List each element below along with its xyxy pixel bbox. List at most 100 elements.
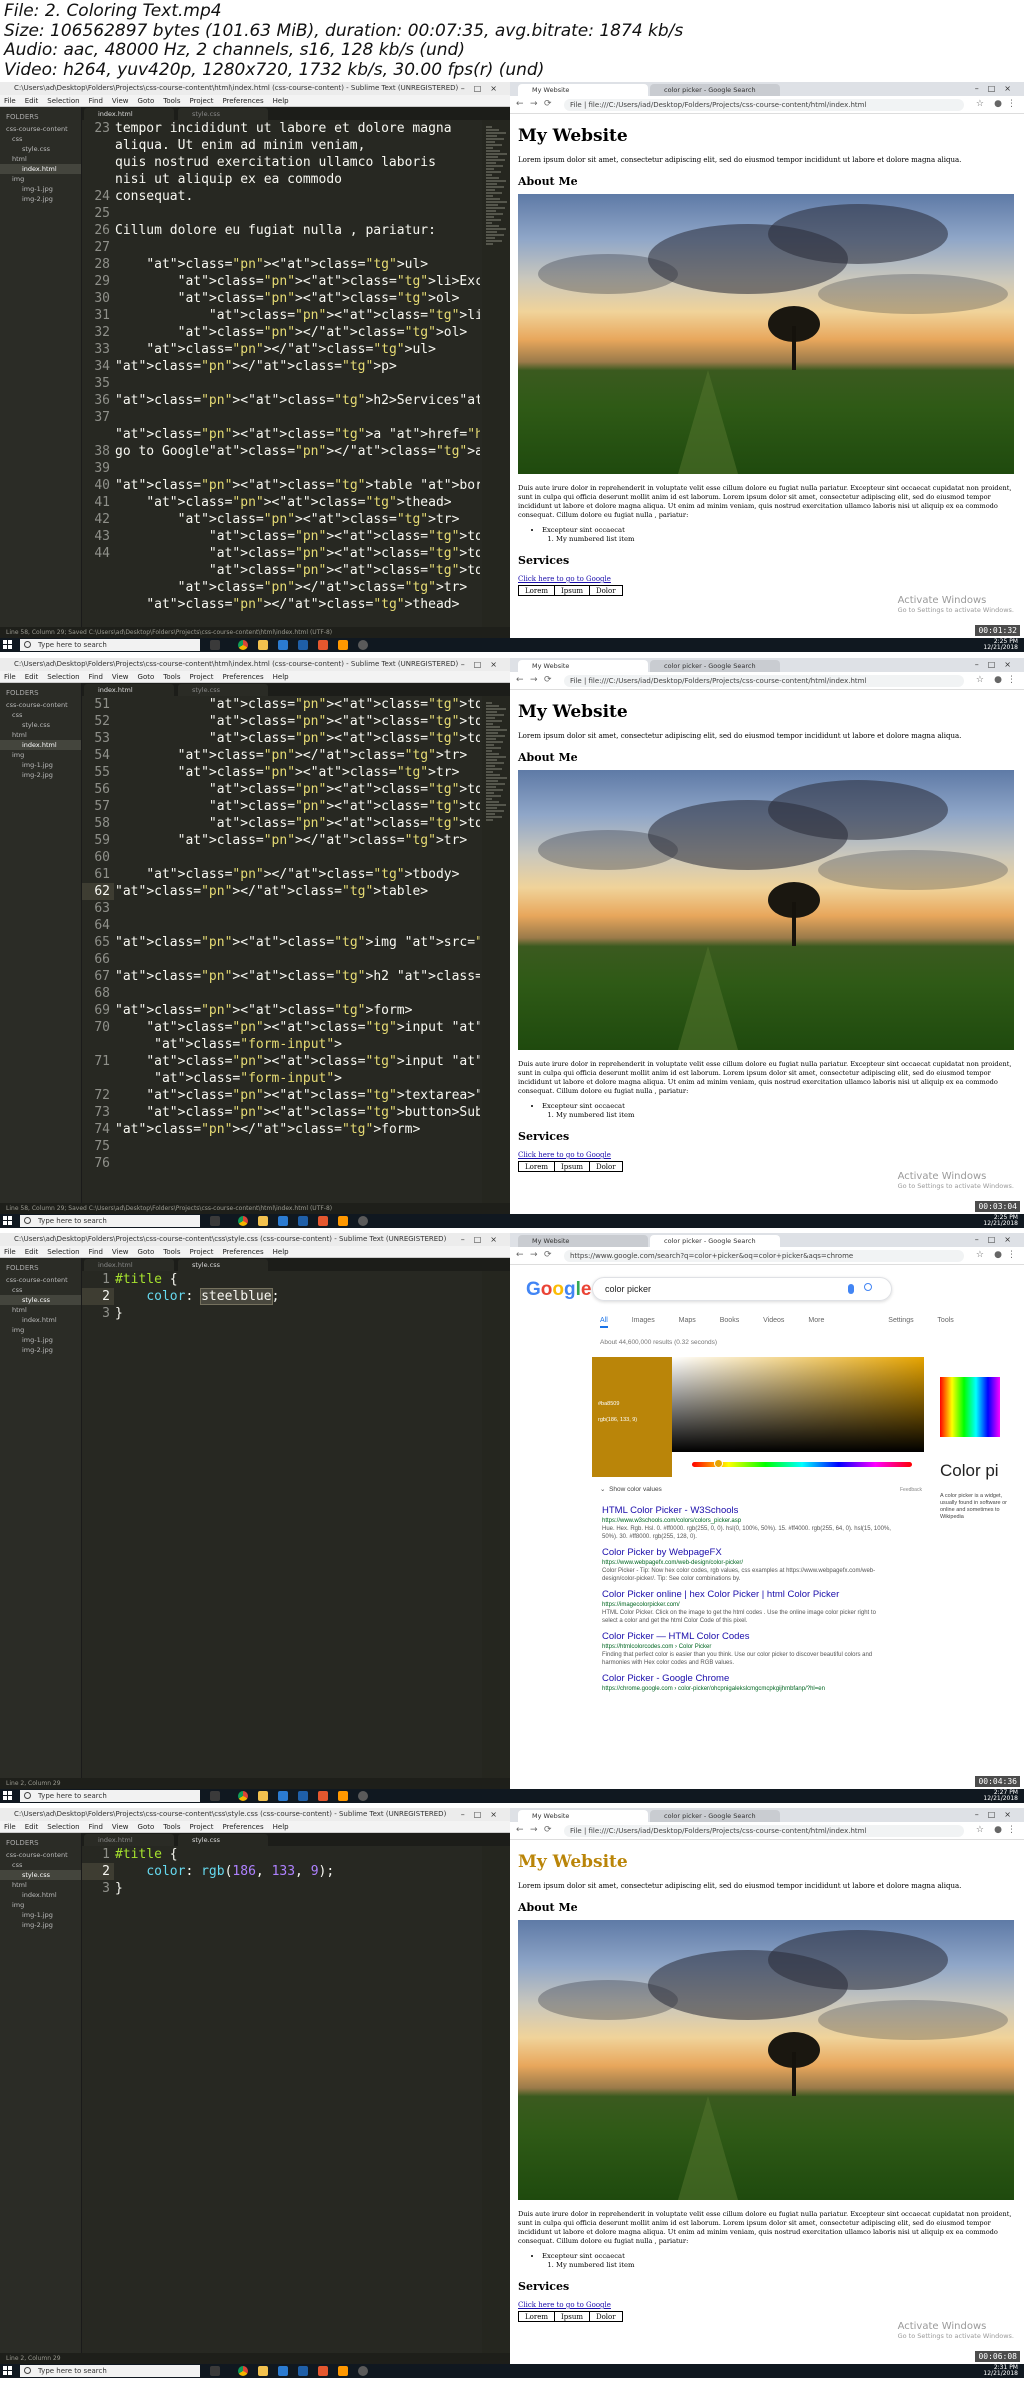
search-result[interactable]: Color Picker — HTML Color Codes https://h… — [602, 1631, 892, 1667]
account-icon[interactable]: ● — [994, 99, 1002, 109]
tab-videos[interactable]: Videos — [763, 1317, 784, 1324]
store-icon[interactable] — [278, 1791, 288, 1801]
chrome-icon[interactable] — [238, 2366, 248, 2376]
store-icon[interactable] — [278, 1216, 288, 1226]
settings-icon[interactable] — [358, 1791, 368, 1801]
file-tree-item[interactable]: style.css — [0, 720, 81, 730]
file-tree-item[interactable]: img — [0, 174, 81, 184]
sublime-icon[interactable] — [338, 640, 348, 650]
menu-item[interactable]: Selection — [47, 97, 79, 105]
file-tree-item[interactable]: img — [0, 1900, 81, 1910]
browser-tab-site[interactable]: My Website — [518, 1810, 648, 1822]
browser-window-controls[interactable]: –□× — [975, 1235, 1020, 1244]
tab-index[interactable]: index.html — [84, 108, 174, 120]
mail-icon[interactable] — [298, 640, 308, 650]
file-tree-item[interactable]: css-course-content — [0, 1850, 81, 1860]
file-tree-item[interactable]: img-2.jpg — [0, 1345, 81, 1355]
sublime-icon[interactable] — [338, 1791, 348, 1801]
menu-item[interactable]: Help — [273, 1248, 289, 1256]
menu-item[interactable]: Find — [89, 1248, 103, 1256]
folder-icon[interactable] — [258, 1216, 268, 1226]
mail-icon[interactable] — [298, 1216, 308, 1226]
google-logo[interactable]: Google — [526, 1279, 591, 1301]
folder-icon[interactable] — [258, 2366, 268, 2376]
window-controls[interactable]: –□× — [461, 1808, 506, 1821]
forward-icon[interactable]: → — [530, 1250, 538, 1260]
menu-item[interactable]: File — [4, 97, 16, 105]
browser-tab-site[interactable]: My Website — [518, 660, 648, 672]
mail-icon[interactable] — [298, 2366, 308, 2376]
microphone-icon[interactable] — [848, 1284, 854, 1294]
code-area[interactable]: "at">class="pn"><"at">class="tg">td>Sit"… — [115, 696, 480, 1203]
menu-item[interactable]: Tools — [163, 1248, 180, 1256]
file-tree-item[interactable]: img — [0, 750, 81, 760]
reload-icon[interactable]: ⟳ — [544, 1825, 552, 1835]
file-tree-item[interactable]: img-1.jpg — [0, 1910, 81, 1920]
browser-tab-google[interactable]: color picker - Google Search — [650, 1235, 780, 1247]
back-icon[interactable]: ← — [516, 99, 524, 109]
tab-books[interactable]: Books — [720, 1317, 739, 1324]
reload-icon[interactable]: ⟳ — [544, 675, 552, 685]
account-icon[interactable]: ● — [994, 1825, 1002, 1835]
menu-item[interactable]: Project — [190, 673, 214, 681]
sublime-icon[interactable] — [338, 1216, 348, 1226]
windows-start-icon[interactable] — [3, 1791, 13, 1801]
tab-index[interactable]: index.html — [84, 1259, 174, 1271]
file-tree-item[interactable]: index.html — [0, 164, 81, 174]
tab-index[interactable]: index.html — [84, 1834, 174, 1846]
search-result[interactable]: Color Picker - Google Chrome https://chro… — [602, 1673, 892, 1694]
search-icon[interactable] — [864, 1283, 872, 1291]
menu-item[interactable]: Tools — [163, 1823, 180, 1831]
menu-item[interactable]: Preferences — [222, 97, 263, 105]
task-view-icon[interactable] — [210, 2366, 220, 2376]
file-tree-item[interactable]: css — [0, 1860, 81, 1870]
menu-item[interactable]: Goto — [138, 673, 155, 681]
tab-images[interactable]: Images — [632, 1317, 655, 1324]
settings-icon[interactable] — [358, 2366, 368, 2376]
window-controls[interactable]: –□× — [461, 1233, 506, 1246]
browser-tab-google[interactable]: color picker - Google Search — [650, 1810, 780, 1822]
store-icon[interactable] — [278, 640, 288, 650]
hex-value[interactable]: #ba8509 — [598, 1401, 619, 1407]
menu-item[interactable]: Edit — [25, 97, 39, 105]
menu-item[interactable]: Selection — [47, 1823, 79, 1831]
file-tree-item[interactable]: img-2.jpg — [0, 194, 81, 204]
menu-item[interactable]: Help — [273, 673, 289, 681]
chrome-icon[interactable] — [238, 1216, 248, 1226]
browser-tab-google[interactable]: color picker - Google Search — [650, 84, 780, 96]
tab-more[interactable]: More — [808, 1317, 824, 1324]
forward-icon[interactable]: → — [530, 99, 538, 109]
tab-settings[interactable]: Settings — [888, 1317, 913, 1324]
menu-item[interactable]: Project — [190, 1823, 214, 1831]
file-tree-item[interactable]: html — [0, 1880, 81, 1890]
app-icon[interactable] — [318, 1216, 328, 1226]
search-result[interactable]: Color Picker by WebpageFX https://www.web… — [602, 1547, 892, 1583]
code-area[interactable]: #title { color: rgb(186, 133, 9);} — [115, 1846, 480, 2353]
file-tree-item[interactable]: css — [0, 710, 81, 720]
menu-icon[interactable]: ⋮ — [1007, 1825, 1016, 1835]
taskbar-search[interactable]: Type here to search — [20, 1790, 200, 1802]
file-tree-item[interactable]: img-2.jpg — [0, 770, 81, 780]
browser-tab-google[interactable]: color picker - Google Search — [650, 660, 780, 672]
menu-item[interactable]: Edit — [25, 1248, 39, 1256]
menu-item[interactable]: File — [4, 1823, 16, 1831]
window-controls[interactable]: –□× — [461, 658, 506, 671]
menu-item[interactable]: Goto — [138, 1823, 155, 1831]
sublime-icon[interactable] — [338, 2366, 348, 2376]
task-view-icon[interactable] — [210, 1791, 220, 1801]
file-tree-item[interactable]: img-2.jpg — [0, 1920, 81, 1930]
file-tree-item[interactable]: html — [0, 154, 81, 164]
menu-icon[interactable]: ⋮ — [1007, 99, 1016, 109]
settings-icon[interactable] — [358, 640, 368, 650]
app-icon[interactable] — [318, 2366, 328, 2376]
menu-item[interactable]: Selection — [47, 1248, 79, 1256]
file-tree-item[interactable]: img — [0, 1325, 81, 1335]
hue-slider[interactable] — [692, 1462, 912, 1467]
browser-window-controls[interactable]: –□× — [975, 84, 1020, 93]
search-result[interactable]: Color Picker online | hex Color Picker |… — [602, 1589, 892, 1625]
menu-item[interactable]: Edit — [25, 673, 39, 681]
address-input[interactable]: File | file:///C:/Users/iad/Desktop/Fold… — [564, 99, 964, 111]
menu-item[interactable]: Preferences — [222, 1823, 263, 1831]
google-link[interactable]: Click here to go to Google — [518, 2301, 1016, 2309]
file-tree-item[interactable]: css-course-content — [0, 124, 81, 134]
